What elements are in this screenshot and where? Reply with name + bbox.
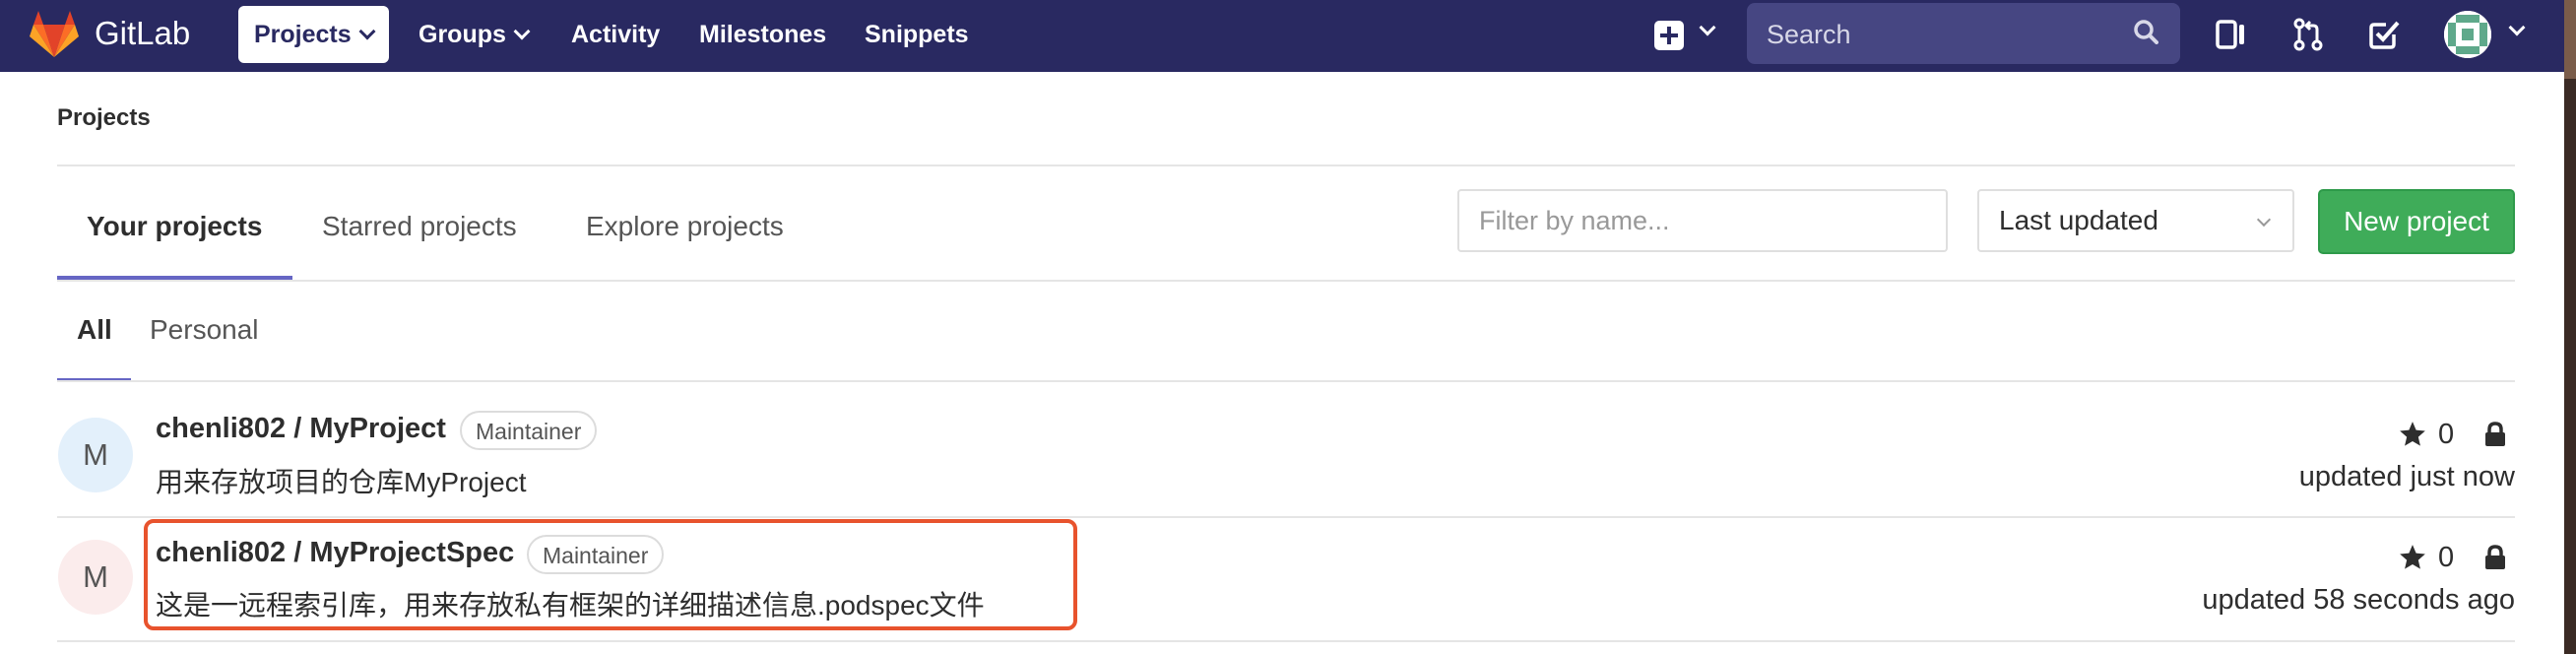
nav-projects[interactable]: Projects (238, 6, 389, 63)
chevron-down-icon[interactable] (2508, 19, 2526, 36)
sort-dropdown[interactable]: Last updated (1977, 189, 2294, 252)
sort-selected-label: Last updated (1999, 205, 2158, 235)
merge-request-icon[interactable] (2290, 17, 2326, 52)
nav-activity[interactable]: Activity (571, 6, 660, 63)
star-icon[interactable] (2399, 421, 2426, 448)
nav-projects-label: Projects (254, 21, 352, 48)
breadcrumb[interactable]: Projects (57, 104, 151, 132)
filter-by-name-input[interactable] (1457, 189, 1948, 252)
gitlab-logo-icon[interactable] (28, 8, 81, 61)
updated-timestamp: updated 58 seconds ago (2202, 584, 2515, 616)
divider (57, 164, 2515, 166)
project-avatar[interactable]: M (58, 418, 133, 492)
divider (57, 640, 2515, 642)
search-input[interactable] (1765, 13, 2123, 56)
user-avatar[interactable] (2444, 11, 2491, 58)
window-edge-top (2564, 0, 2576, 79)
nav-groups-label: Groups (419, 21, 506, 48)
lock-icon (2485, 422, 2505, 446)
tab-starred-projects[interactable]: Starred projects (322, 211, 517, 242)
project-description: 用来存放项目的仓库MyProject (156, 467, 527, 497)
star-icon[interactable] (2399, 544, 2426, 571)
tab-your-projects[interactable]: Your projects (87, 211, 262, 242)
global-search (1747, 3, 2180, 64)
nav-milestones[interactable]: Milestones (699, 6, 826, 63)
role-badge: Maintainer (460, 411, 598, 450)
lock-icon (2485, 545, 2505, 569)
updated-timestamp: updated just now (2298, 461, 2515, 492)
project-avatar[interactable]: M (58, 540, 133, 615)
subtab-all[interactable]: All (77, 314, 112, 346)
chevron-down-icon[interactable] (1699, 19, 1716, 36)
window-edge (2564, 0, 2576, 654)
star-count[interactable]: 0 (2438, 419, 2454, 451)
chevron-down-icon (513, 23, 531, 40)
project-title-link[interactable]: chenli802 / MyProject (156, 413, 446, 445)
nav-groups[interactable]: Groups (419, 6, 531, 63)
divider (57, 280, 2515, 282)
plus-square-icon[interactable] (1654, 21, 1684, 50)
star-count[interactable]: 0 (2438, 542, 2454, 574)
top-navbar: GitLab Projects Groups Activity Mileston… (0, 0, 2576, 72)
avatar-pattern-icon (2444, 11, 2491, 58)
search-icon[interactable] (2133, 19, 2158, 44)
todo-check-icon[interactable] (2366, 17, 2402, 52)
divider (57, 516, 2515, 518)
divider (57, 380, 2515, 382)
gitlab-brand[interactable]: GitLab (95, 14, 190, 53)
tab-explore-projects[interactable]: Explore projects (586, 211, 784, 242)
chevron-down-icon (358, 23, 376, 40)
subtab-personal[interactable]: Personal (150, 314, 259, 346)
issues-panel-icon[interactable] (2214, 17, 2249, 52)
chevron-down-icon (2256, 212, 2272, 228)
nav-snippets[interactable]: Snippets (865, 6, 969, 63)
highlight-annotation-box (144, 519, 1077, 630)
new-project-button[interactable]: New project (2318, 189, 2515, 254)
